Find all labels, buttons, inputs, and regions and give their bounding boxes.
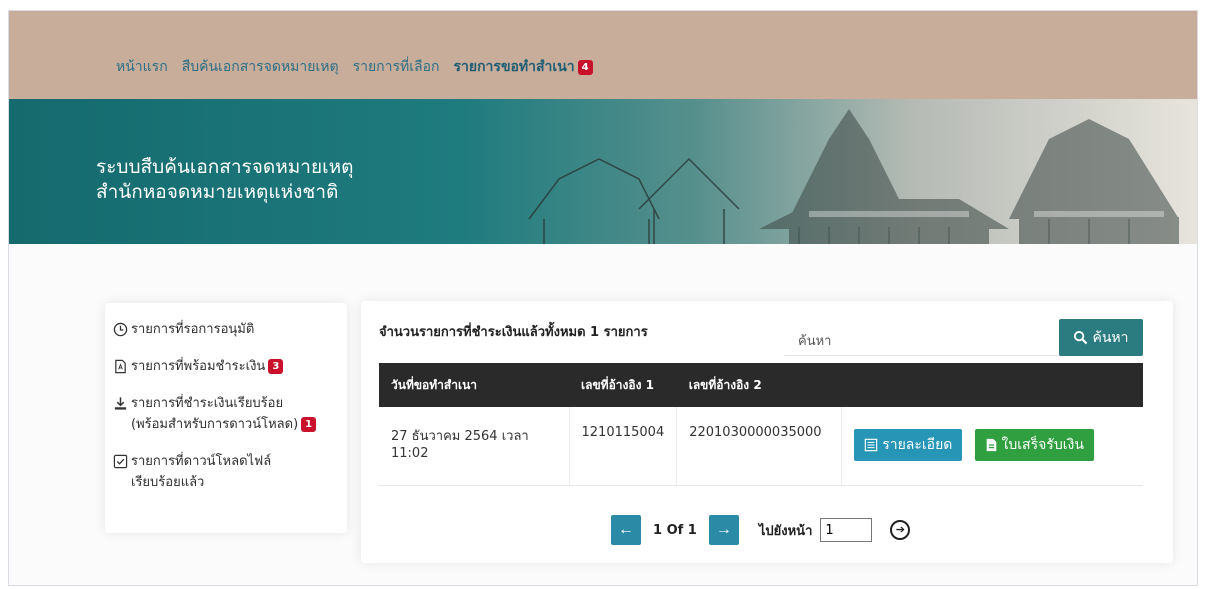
check-square-icon <box>113 454 128 469</box>
detail-button[interactable]: รายละเอียด <box>854 429 963 461</box>
paid-items-panel: จำนวนรายการที่ชำระเงินแล้วทั้งหมด 1 รายก… <box>361 301 1173 563</box>
table-header-row: วันที่ขอทำสำเนา เลขที่อ้างอิง 1 เลขที่อ้… <box>379 363 1143 407</box>
clock-icon <box>113 322 128 337</box>
arrow-right-icon: → <box>715 521 732 538</box>
banner-title-line2: สำนักหอจดหมายเหตุแห่งชาติ <box>96 181 339 203</box>
paid-items-table: วันที่ขอทำสำเนา เลขที่อ้างอิง 1 เลขที่อ้… <box>379 363 1143 486</box>
top-navigation: หน้าแรก สืบค้นเอกสารจดหมายเหตุ รายการที่… <box>9 11 1197 99</box>
column-header-actions <box>842 363 1143 407</box>
nav-search-link[interactable]: สืบค้นเอกสารจดหมายเหตุ <box>182 56 339 78</box>
temple-photo-illustration <box>528 109 1179 244</box>
status-sidebar: รายการที่รอการอนุมัติ รายการที่พร้อมชำระ… <box>105 303 347 533</box>
sidebar-item-label: รายการที่ชำระเงินเรียบร้อย (พร้อมสำหรับกา… <box>131 393 317 435</box>
sidebar-item-label: รายการที่พร้อมชำระเงิน 3 <box>131 356 284 377</box>
pdf-file-icon <box>115 359 126 374</box>
sidebar-item-text-line2: (พร้อมสำหรับการดาวน์โหลด) <box>131 417 299 432</box>
previous-page-button[interactable]: ← <box>611 515 641 545</box>
sidebar-item-label: รายการที่ดาวน์โหลดไฟล์เรียบร้อยแล้ว <box>131 451 271 493</box>
sidebar-item-pending-approval[interactable]: รายการที่รอการอนุมัติ <box>113 319 347 340</box>
ready-to-pay-badge: 3 <box>268 359 284 374</box>
cell-ref2: 2201030000035000 <box>676 407 842 485</box>
sidebar-item-text: รายการที่ดาวน์โหลดไฟล์ <box>131 454 272 469</box>
pagination: ← 1 Of 1 → ไปยังหน้า ➔ <box>611 515 911 545</box>
nav-links: หน้าแรก สืบค้นเอกสารจดหมายเหตุ รายการที่… <box>116 56 593 78</box>
sidebar-item-text: รายการที่พร้อมชำระเงิน <box>131 359 266 374</box>
next-page-button[interactable]: → <box>708 515 739 545</box>
download-icon <box>114 397 127 410</box>
paid-count-label: จำนวนรายการที่ชำระเงินแล้วทั้งหมด 1 รายก… <box>379 325 648 340</box>
nav-copy-request-label: รายการขอทำสำเนา <box>453 59 575 75</box>
column-header-ref2: เลขที่อ้างอิง 2 <box>688 377 762 392</box>
receipt-button-label: ใบเสร็จรับเงิน <box>1001 437 1084 453</box>
goto-page-input[interactable] <box>820 518 873 542</box>
paid-count-badge: 1 <box>301 417 317 432</box>
sidebar-item-ready-to-pay[interactable]: รายการที่พร้อมชำระเงิน 3 <box>113 356 347 377</box>
arrow-circle-right-icon: ➔ <box>895 524 905 536</box>
search-button-label: ค้นหา <box>1092 329 1129 346</box>
nav-home-link[interactable]: หน้าแรก <box>116 56 168 78</box>
nav-selected-link[interactable]: รายการที่เลือก <box>353 56 440 78</box>
goto-page-label: ไปยังหน้า <box>758 523 813 539</box>
cell-request-date: 27 ธันวาคม 2564 เวลา 11:02 <box>391 429 529 461</box>
column-header-request-date: วันที่ขอทำสำเนา <box>391 377 478 392</box>
sidebar-item-label: รายการที่รอการอนุมัติ <box>131 322 255 337</box>
banner-title: ระบบสืบค้นเอกสารจดหมายเหตุ สำนักหอจดหมาย… <box>96 155 353 205</box>
column-header-ref1: เลขที่อ้างอิง 1 <box>581 377 654 392</box>
detail-button-label: รายละเอียด <box>882 437 953 453</box>
search-input[interactable] <box>784 319 1060 356</box>
copy-request-count-badge: 4 <box>577 59 593 75</box>
page-frame: หน้าแรก สืบค้นเอกสารจดหมายเหตุ รายการที่… <box>8 10 1198 586</box>
arrow-left-icon: ← <box>618 521 634 538</box>
sidebar-item-text: รายการที่ชำระเงินเรียบร้อย <box>131 396 284 411</box>
cell-actions: รายละเอียด ใบเสร็จรับเงิน <box>841 407 1143 485</box>
goto-page-button[interactable]: ➔ <box>890 520 911 540</box>
page-indicator: 1 Of 1 <box>653 522 697 538</box>
search-button[interactable]: ค้นหา <box>1059 319 1143 356</box>
hero-banner: ระบบสืบค้นเอกสารจดหมายเหตุ สำนักหอจดหมาย… <box>9 99 1197 244</box>
document-icon <box>986 438 996 452</box>
nav-copy-request-link[interactable]: รายการขอทำสำเนา 4 <box>454 56 593 78</box>
search-icon <box>1074 330 1088 345</box>
sidebar-item-downloaded[interactable]: รายการที่ดาวน์โหลดไฟล์เรียบร้อยแล้ว <box>113 451 347 493</box>
list-icon <box>864 438 878 452</box>
sidebar-item-text-line2: เรียบร้อยแล้ว <box>131 475 205 490</box>
sidebar-item-paid[interactable]: รายการที่ชำระเงินเรียบร้อย (พร้อมสำหรับกา… <box>113 393 347 435</box>
banner-title-line1: ระบบสืบค้นเอกสารจดหมายเหตุ <box>96 156 354 178</box>
receipt-button[interactable]: ใบเสร็จรับเงิน <box>974 429 1094 461</box>
cell-ref1: 1210115004 <box>568 407 677 485</box>
table-row: 27 ธันวาคม 2564 เวลา 11:02 1210115004 22… <box>379 407 1143 485</box>
